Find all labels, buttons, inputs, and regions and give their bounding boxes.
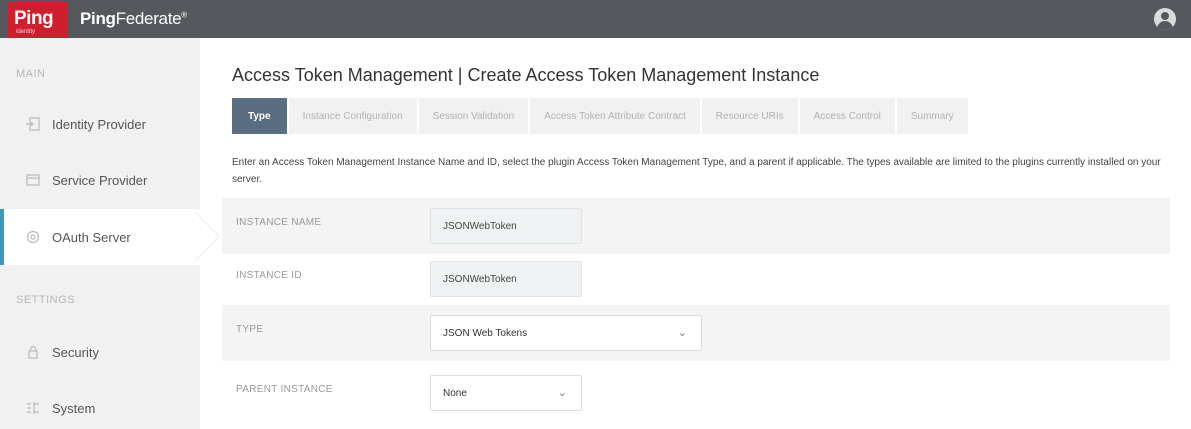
chevron-down-icon: ⌄ <box>557 387 567 399</box>
tab-access-control[interactable]: Access Control <box>799 98 895 134</box>
sidebar-item-label: OAuth Server <box>52 229 131 245</box>
page-title: Access Token Management | Create Access … <box>232 65 820 85</box>
wizard-tabs: Type Instance Configuration Session Vali… <box>232 98 970 134</box>
trademark: ® <box>181 10 187 20</box>
type-row: TYPE JSON Web Tokens ⌄ <box>222 305 1170 361</box>
sidebar-section-settings: SETTINGS <box>16 294 76 306</box>
sidebar-item-label: Security <box>52 344 99 360</box>
instance-name-input[interactable]: JSONWebToken <box>430 208 582 244</box>
instance-id-row: INSTANCE ID JSONWebToken <box>222 251 1170 307</box>
parent-instance-label: PARENT INSTANCE <box>236 384 333 395</box>
type-select-value: JSON Web Tokens <box>443 327 528 339</box>
sidebar-item-oauth-server[interactable]: OAuth Server <box>0 209 205 265</box>
instance-name-row: INSTANCE NAME JSONWebToken <box>222 198 1170 254</box>
sidebar-item-label: Service Provider <box>52 172 148 188</box>
parent-instance-select[interactable]: None ⌄ <box>430 375 582 411</box>
type-label: TYPE <box>236 324 264 335</box>
sidebar-item-identity-provider[interactable]: Identity Provider <box>0 96 200 152</box>
identity-provider-icon <box>26 117 40 131</box>
system-icon <box>26 401 40 415</box>
tab-access-token-attribute-contract[interactable]: Access Token Attribute Contract <box>530 98 700 134</box>
user-account-icon[interactable] <box>1154 8 1176 30</box>
app-name-bold: Ping <box>80 9 116 28</box>
tab-summary[interactable]: Summary <box>896 98 968 134</box>
sidebar-item-label: System <box>52 400 96 416</box>
logo-subtext: identity <box>16 29 36 35</box>
top-bar: Ping identity PingFederate® <box>0 0 1191 38</box>
sidebar-item-service-provider[interactable]: Service Provider <box>0 152 200 208</box>
instance-id-input[interactable]: JSONWebToken <box>430 261 582 297</box>
sidebar: MAIN Identity Provider Service Provider … <box>0 38 205 429</box>
oauth-server-icon <box>26 230 40 244</box>
type-select[interactable]: JSON Web Tokens ⌄ <box>430 315 702 351</box>
tab-type[interactable]: Type <box>232 98 287 134</box>
app-name-light: Federate <box>115 9 182 28</box>
tab-resource-uris[interactable]: Resource URIs <box>701 98 798 134</box>
chevron-down-icon: ⌄ <box>677 327 687 339</box>
sidebar-item-label: Identity Provider <box>52 116 146 132</box>
instance-name-label: INSTANCE NAME <box>236 217 322 228</box>
lock-icon <box>26 345 40 359</box>
logo-text: Ping <box>14 8 54 29</box>
app-title: PingFederate® <box>80 9 187 29</box>
sidebar-item-system[interactable]: System <box>0 380 200 429</box>
sidebar-item-security[interactable]: Security <box>0 324 200 380</box>
instance-id-label: INSTANCE ID <box>236 270 302 281</box>
sidebar-section-main: MAIN <box>16 68 46 80</box>
tab-instance-configuration[interactable]: Instance Configuration <box>288 98 417 134</box>
instructions-text: Enter an Access Token Management Instanc… <box>232 157 1161 185</box>
ping-identity-logo[interactable]: Ping identity <box>8 2 68 38</box>
service-provider-icon <box>26 173 40 187</box>
parent-instance-select-value: None <box>443 387 467 399</box>
tab-session-validation[interactable]: Session Validation <box>418 98 529 134</box>
parent-instance-row: PARENT INSTANCE None ⌄ <box>222 365 1170 421</box>
